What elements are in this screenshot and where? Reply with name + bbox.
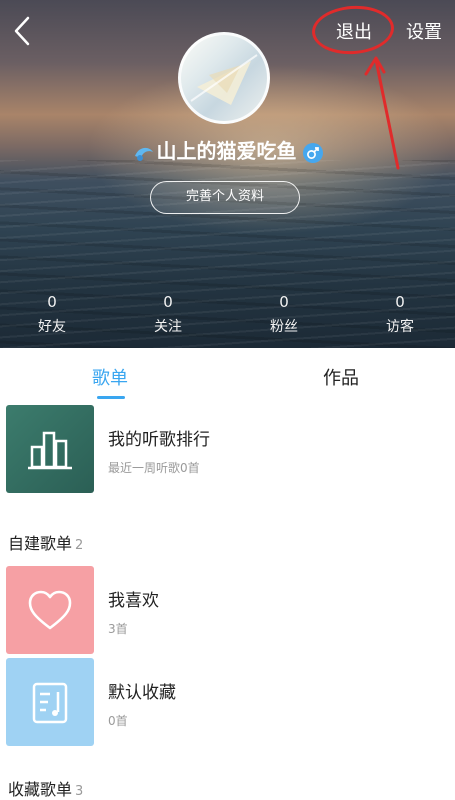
avatar-image	[190, 54, 258, 105]
tab-bar: 歌单 作品	[0, 348, 455, 400]
stat-fans[interactable]: 0 粉丝	[244, 292, 324, 338]
playlist-count: 3首	[108, 622, 128, 636]
stat-label: 访客	[386, 319, 414, 335]
user-badge-icon	[134, 147, 153, 161]
settings-button[interactable]: 设置	[406, 18, 442, 44]
tab-songlist[interactable]: 歌单	[92, 364, 128, 390]
male-icon	[302, 142, 323, 163]
chevron-left-icon	[14, 16, 30, 46]
collected-playlists-header: 收藏歌单 3	[8, 776, 83, 800]
playlist-title: 我喜欢	[108, 591, 159, 611]
bar-chart-icon	[28, 431, 72, 470]
stat-value: 0	[395, 293, 405, 311]
stat-value: 0	[163, 293, 173, 311]
created-playlists-header: 自建歌单 2	[8, 530, 83, 554]
username: 山上的猫爱吃鱼	[156, 139, 297, 163]
playlist-thumbnail	[6, 566, 94, 654]
section-count: 2	[75, 538, 84, 553]
stats-bar: 0 好友 0 关注 0 粉丝 0 访客	[0, 292, 455, 342]
tab-works[interactable]: 作品	[323, 364, 359, 390]
section-count: 3	[75, 784, 84, 799]
stat-friends[interactable]: 0 好友	[12, 292, 92, 338]
stat-label: 好友	[38, 319, 66, 335]
active-tab-indicator	[97, 396, 125, 399]
heart-icon	[28, 590, 72, 630]
stat-following[interactable]: 0 关注	[128, 292, 208, 338]
playlist-thumbnail	[6, 658, 94, 746]
listening-ranking-item[interactable]: 我的听歌排行 最近一周听歌0首	[0, 405, 455, 495]
stat-value: 0	[279, 293, 289, 311]
stat-label: 粉丝	[270, 319, 298, 335]
section-title: 收藏歌单	[8, 780, 73, 799]
back-button[interactable]	[8, 14, 38, 48]
stat-visitors[interactable]: 0 访客	[360, 292, 440, 338]
stat-value: 0	[47, 293, 57, 311]
edit-profile-button[interactable]: 完善个人资料	[150, 181, 300, 214]
ranking-title: 我的听歌排行	[108, 430, 210, 450]
section-title: 自建歌单	[8, 534, 73, 553]
profile-header: 退出 设置 山上的猫爱吃鱼 完善个人资料 0 好友 0 关注 0 粉丝 0 访客	[0, 0, 455, 348]
stat-label: 关注	[154, 319, 182, 335]
annotation-circle	[310, 3, 396, 57]
ranking-subtitle: 最近一周听歌0首	[108, 461, 200, 475]
ranking-thumbnail	[6, 405, 94, 493]
playlist-item-default[interactable]: 默认收藏 0首	[0, 658, 455, 748]
music-note-icon	[32, 682, 68, 724]
playlist-title: 默认收藏	[108, 683, 176, 703]
playlist-count: 0首	[108, 714, 128, 728]
username-row: 山上的猫爱吃鱼	[0, 138, 455, 164]
playlist-item-liked[interactable]: 我喜欢 3首	[0, 566, 455, 656]
avatar[interactable]	[178, 32, 270, 124]
